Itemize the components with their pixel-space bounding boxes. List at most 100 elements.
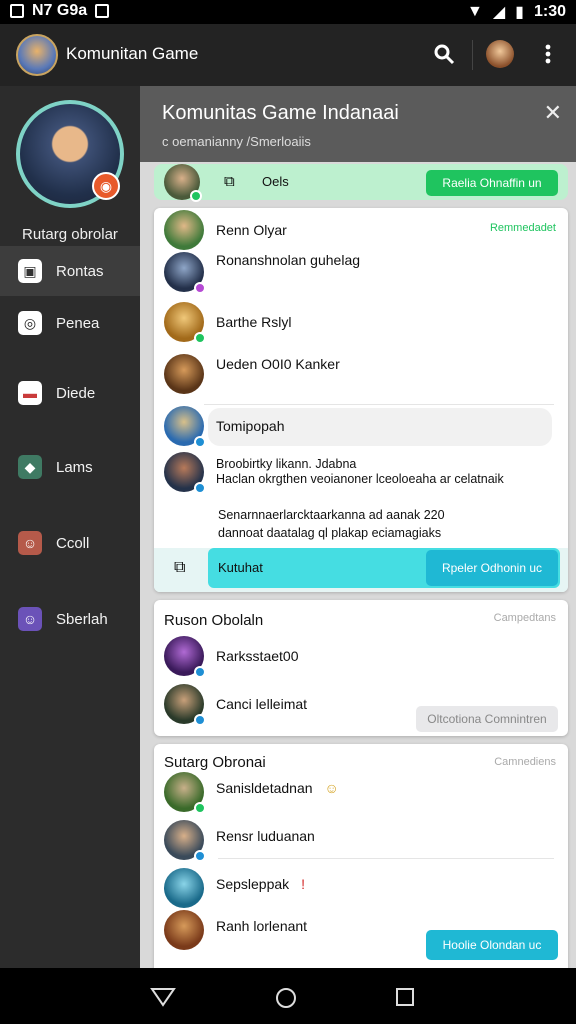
signal-icon: ▼ bbox=[467, 3, 483, 20]
list-item-name: Renn Olyar bbox=[216, 222, 287, 238]
app-bar: Komunitan Game bbox=[0, 24, 576, 86]
divider bbox=[472, 40, 473, 70]
drawer-item-rontas[interactable]: ▣ Rontas bbox=[0, 246, 140, 296]
list-item[interactable]: Rensr luduanan bbox=[164, 820, 315, 862]
message-line: Haclan okrgthen veoianoner lceoloeaha ar… bbox=[216, 472, 504, 486]
search-icon[interactable] bbox=[432, 42, 456, 66]
home-icon[interactable] bbox=[274, 986, 298, 1010]
list-item[interactable]: Sepsleppak ! bbox=[164, 868, 305, 908]
avatar bbox=[164, 820, 206, 862]
avatar bbox=[164, 910, 204, 950]
notification-icon bbox=[10, 4, 24, 18]
battery-icon: ▮ bbox=[515, 4, 524, 21]
folder-icon: ▬ bbox=[18, 381, 42, 405]
avatar bbox=[164, 406, 206, 448]
list-item-name: Barthe Rslyl bbox=[216, 314, 292, 330]
list-item-name: Ranh lorlenant bbox=[216, 918, 308, 934]
profile-avatar[interactable]: ◉ bbox=[16, 100, 124, 208]
card-tag: Campedtans bbox=[493, 612, 556, 624]
message-line: Broobirtky likann. Jdabna bbox=[216, 457, 357, 471]
photo-icon: ▣ bbox=[18, 259, 42, 283]
list-item[interactable]: Tomipopah bbox=[164, 406, 285, 448]
drawer-item-ccoll[interactable]: ☺ Ccoll bbox=[0, 518, 140, 568]
drawer-item-diede[interactable]: ▬ Diede bbox=[0, 368, 140, 418]
emoji-icon: ☺ bbox=[324, 780, 339, 796]
drawer-item-lams[interactable]: ◆ Lams bbox=[0, 442, 140, 492]
close-icon[interactable]: ✕ bbox=[544, 100, 562, 126]
list-item-name: Ronanshnolan guhelag bbox=[216, 252, 361, 268]
profile-name: Rutarg obrolar bbox=[22, 226, 118, 243]
avatar bbox=[164, 452, 206, 494]
list-item-name: Rensr luduanan bbox=[216, 828, 315, 844]
chat-card: Remmedadet Renn Olyar Ronanshnolan guhel… bbox=[154, 208, 568, 592]
camera-icon: ◎ bbox=[18, 311, 42, 335]
list-item[interactable]: Sanisldetadnan ☺ bbox=[164, 772, 339, 814]
list-item[interactable]: Ranh lorlenant bbox=[164, 910, 307, 950]
drawer-item-label: Diede bbox=[56, 384, 96, 402]
back-icon[interactable] bbox=[150, 986, 176, 1008]
list-item[interactable]: Barthe Rslyl bbox=[164, 302, 292, 344]
notification-icon bbox=[95, 4, 110, 18]
recents-icon[interactable] bbox=[394, 986, 416, 1008]
list-item[interactable]: Canci lelleimat bbox=[164, 684, 308, 726]
cyan-row-label: Kutuhat bbox=[218, 560, 263, 575]
game-icon: ◆ bbox=[18, 455, 42, 479]
user-avatar[interactable] bbox=[486, 40, 514, 68]
list-item-name: Ueden O0I0 Kanker bbox=[216, 356, 340, 372]
avatar bbox=[164, 252, 206, 294]
card-title: Ruson Obolaln bbox=[164, 612, 264, 629]
list-item-name: Sanisldetadnan bbox=[216, 780, 313, 796]
list-item-name: Rarksstaet00 bbox=[216, 648, 299, 664]
frame-icon: ⧉ bbox=[174, 559, 186, 576]
avatar-icon: ☺ bbox=[18, 607, 42, 631]
avatar bbox=[164, 354, 204, 394]
avatar bbox=[164, 164, 202, 202]
card-tag: Camnediens bbox=[494, 756, 556, 768]
more-vert-icon[interactable] bbox=[540, 42, 556, 66]
side-drawer: ◉ Rutarg obrolar ▣ Rontas ◎ Penea ▬ Died… bbox=[0, 86, 140, 968]
chat-card: Ruson Obolaln Campedtans Rarksstaet00 Ca… bbox=[154, 600, 568, 736]
avatar bbox=[164, 684, 206, 726]
drawer-item-penea[interactable]: ◎ Penea bbox=[0, 298, 140, 348]
message-line: dannoat daatalag ql plakap eciamagiaks bbox=[218, 526, 442, 540]
badge-icon: ◉ bbox=[92, 172, 120, 200]
alert-icon: ! bbox=[301, 876, 306, 892]
sheet-header: Komunitas Game Indanaai c oemanianny /Sm… bbox=[140, 86, 576, 162]
community-sheet: Komunitas Game Indanaai c oemanianny /Sm… bbox=[140, 86, 576, 968]
sheet-subtitle: c oemanianny /Smerloaiis bbox=[162, 134, 311, 149]
green-action-row[interactable]: ⧉ Oels Raelia Ohnaffin un bbox=[154, 164, 568, 202]
drawer-item-label: Sberlah bbox=[56, 610, 108, 628]
avatar bbox=[164, 210, 204, 250]
drawer-item-label: Penea bbox=[56, 314, 100, 332]
list-item[interactable]: Broobirtky likann. Jdabna Haclan okrgthe… bbox=[164, 452, 504, 494]
list-item[interactable]: Rarksstaet00 bbox=[164, 636, 299, 678]
status-left-text: N7 G9a bbox=[32, 2, 88, 19]
wifi-icon: ◢ bbox=[492, 4, 506, 21]
app-title: Komunitan Game bbox=[66, 44, 199, 63]
card-title: Sutarg Obronai bbox=[164, 754, 266, 771]
drawer-item-sberlah[interactable]: ☺ Sberlah bbox=[0, 594, 140, 644]
avatar bbox=[164, 636, 206, 678]
green-row-button[interactable]: Raelia Ohnaffin un bbox=[426, 170, 558, 196]
drawer-item-label: Lams bbox=[56, 458, 93, 476]
list-item[interactable]: Renn Olyar bbox=[164, 210, 287, 250]
card-tag: Remmedadet bbox=[489, 222, 556, 234]
card-button[interactable]: Hoolie Olondan uc bbox=[426, 930, 558, 960]
system-nav-bar bbox=[0, 968, 576, 1024]
green-row-label: Oels bbox=[262, 174, 289, 189]
message-line: Senarnnaerlarcktaarkanna ad aanak 220 bbox=[218, 508, 445, 522]
app-avatar[interactable] bbox=[16, 34, 58, 76]
frame-icon: ⧉ bbox=[224, 173, 235, 190]
list-item[interactable]: Ronanshnolan guhelag bbox=[164, 252, 361, 294]
sheet-title: Komunitas Game Indanaai bbox=[162, 102, 399, 124]
clock: 1:30 bbox=[533, 3, 566, 20]
avatar bbox=[164, 772, 206, 814]
drawer-item-label: Ccoll bbox=[56, 534, 90, 552]
cyan-row-button[interactable]: Rpeler Odhonin uc bbox=[426, 550, 558, 586]
list-item-name: Canci lelleimat bbox=[216, 696, 308, 712]
list-item[interactable]: Ueden O0I0 Kanker bbox=[164, 354, 340, 394]
message-block: Senarnnaerlarcktaarkanna ad aanak 220 da… bbox=[218, 506, 445, 542]
list-item-name: Sepsleppak bbox=[216, 876, 290, 892]
status-bar: N7 G9a ▼ ◢ ▮ 1:30 bbox=[0, 0, 576, 24]
card-button[interactable]: Oltcotiona Comnintren bbox=[416, 706, 558, 732]
